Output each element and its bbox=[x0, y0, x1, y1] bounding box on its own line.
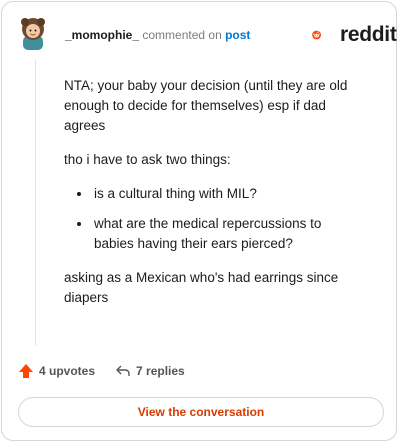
post-link[interactable]: post bbox=[225, 28, 250, 42]
thread-line bbox=[35, 60, 36, 346]
list-item: is a cultural thing with MIL? bbox=[92, 184, 364, 204]
comment-header: _momophie_ commented on post bbox=[65, 28, 250, 42]
list-item: what are the medical repercussions to ba… bbox=[92, 214, 364, 254]
comment-paragraph: NTA; your baby your decision (until they… bbox=[64, 78, 348, 133]
user-avatar[interactable] bbox=[18, 16, 48, 50]
view-conversation-button[interactable]: View the conversation bbox=[18, 397, 384, 427]
reddit-snoo-icon[interactable] bbox=[312, 22, 338, 48]
reply-arrow-icon bbox=[116, 365, 130, 376]
comment-bullet-list: is a cultural thing with MIL? what are t… bbox=[64, 184, 364, 254]
comment-embed-card: _momophie_ commented on post reddit NTA;… bbox=[1, 1, 397, 441]
username[interactable]: _momophie_ bbox=[65, 28, 139, 42]
comment-footer: 4 upvotes 7 replies bbox=[18, 363, 205, 379]
replies-count: 7 replies bbox=[136, 364, 185, 378]
upvote-arrow-icon bbox=[19, 364, 33, 378]
upvotes-stat[interactable]: 4 upvotes bbox=[18, 363, 95, 379]
action-text: commented on bbox=[142, 28, 222, 42]
reddit-wordmark[interactable]: reddit bbox=[340, 23, 397, 47]
comment-body: NTA; your baby your decision (until they… bbox=[64, 76, 364, 322]
upvotes-count: 4 upvotes bbox=[39, 364, 96, 378]
replies-stat[interactable]: 7 replies bbox=[115, 363, 185, 379]
comment-paragraph: asking as a Mexican who's had earrings s… bbox=[64, 270, 339, 305]
comment-paragraph: tho i have to ask two things: bbox=[64, 152, 231, 167]
